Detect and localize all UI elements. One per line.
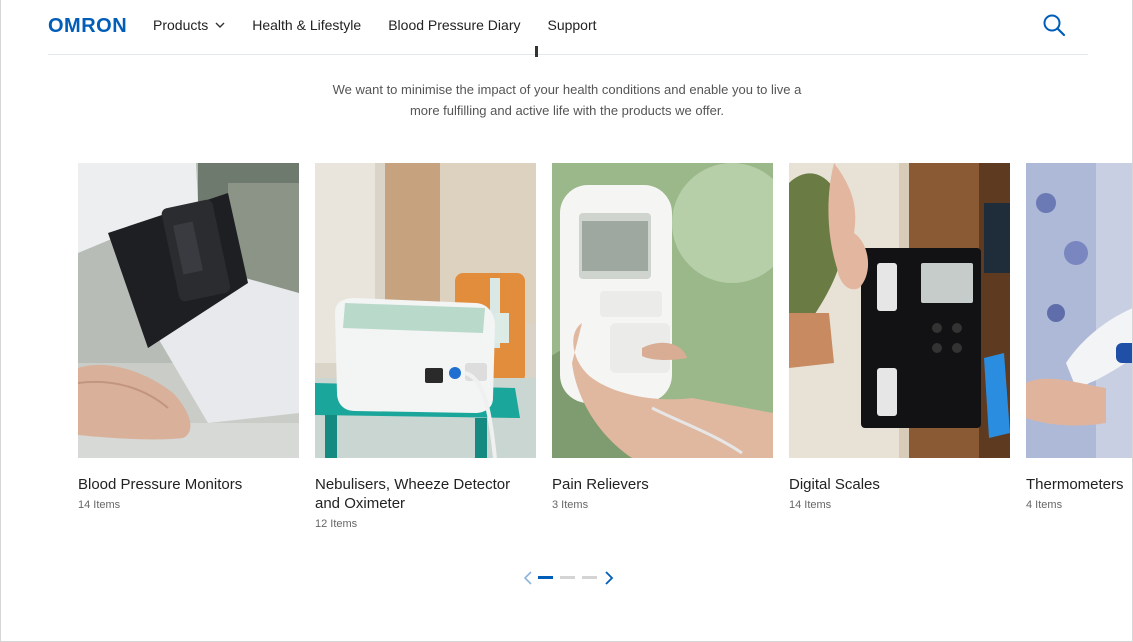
section-intro: We want to minimise the impact of your h… (331, 79, 803, 121)
category-count: 14 Items (78, 499, 121, 511)
chevron-left-icon[interactable] (522, 570, 534, 586)
main-nav: Products Health & Lifestyle Blood Pressu… (153, 17, 624, 33)
section-heading-fragment (535, 46, 538, 57)
category-card-thermometers[interactable]: Thermometers 4 Items (1026, 163, 1132, 511)
nav-item-label: Health & Lifestyle (252, 17, 362, 33)
category-card-pain-relievers[interactable]: Pain Relievers 3 Items (552, 163, 773, 511)
thermometer-image[interactable] (1026, 163, 1132, 458)
category-title[interactable]: Digital Scales (789, 475, 1010, 494)
category-title[interactable]: Blood Pressure Monitors (78, 475, 299, 494)
category-count: 14 Items (789, 499, 832, 511)
pager-dot[interactable] (582, 576, 597, 579)
chevron-down-icon (215, 22, 225, 28)
pager-dot[interactable] (538, 576, 553, 579)
category-title[interactable]: Thermometers (1026, 475, 1132, 494)
search-icon[interactable] (1042, 13, 1066, 37)
nav-item-label: Support (547, 17, 597, 33)
page: OMRON Products Health & Lifestyle Blood … (0, 0, 1133, 642)
category-title[interactable]: Nebulisers, Wheeze Detector and Oximeter (315, 475, 536, 513)
pain-reliever-image[interactable] (552, 163, 773, 458)
nav-item-products[interactable]: Products (153, 17, 225, 33)
chevron-right-icon[interactable] (603, 570, 615, 586)
digital-scale-image[interactable] (789, 163, 1010, 458)
intro-line: We want to minimise the impact of your h… (332, 82, 802, 97)
blood-pressure-monitor-image[interactable] (78, 163, 299, 458)
nav-item-health-lifestyle[interactable]: Health & Lifestyle (252, 17, 361, 33)
nav-item-blood-pressure-diary[interactable]: Blood Pressure Diary (388, 17, 520, 33)
intro-line: more fulfilling and active life with the… (409, 103, 725, 118)
category-card-blood-pressure-monitors[interactable]: Blood Pressure Monitors 14 Items (78, 163, 299, 511)
category-card-nebulisers[interactable]: Nebulisers, Wheeze Detector and Oximeter… (315, 163, 536, 530)
pager-dot[interactable] (560, 576, 575, 579)
header-divider (48, 54, 1088, 55)
nav-item-label: Products (153, 17, 209, 33)
carousel-pager (522, 570, 618, 586)
category-title[interactable]: Pain Relievers (552, 475, 773, 494)
category-carousel: Blood Pressure Monitors 14 Items Nebulis… (78, 163, 1132, 543)
nav-item-label: Blood Pressure Diary (388, 17, 521, 33)
category-count: 4 Items (1026, 499, 1063, 511)
category-count: 12 Items (315, 518, 358, 530)
omron-logo[interactable]: OMRON (48, 15, 127, 38)
nebuliser-image[interactable] (315, 163, 536, 458)
category-card-digital-scales[interactable]: Digital Scales 14 Items (789, 163, 1010, 511)
nav-item-support[interactable]: Support (547, 17, 596, 33)
site-header: OMRON Products Health & Lifestyle Blood … (1, 0, 1132, 54)
category-count: 3 Items (552, 499, 589, 511)
